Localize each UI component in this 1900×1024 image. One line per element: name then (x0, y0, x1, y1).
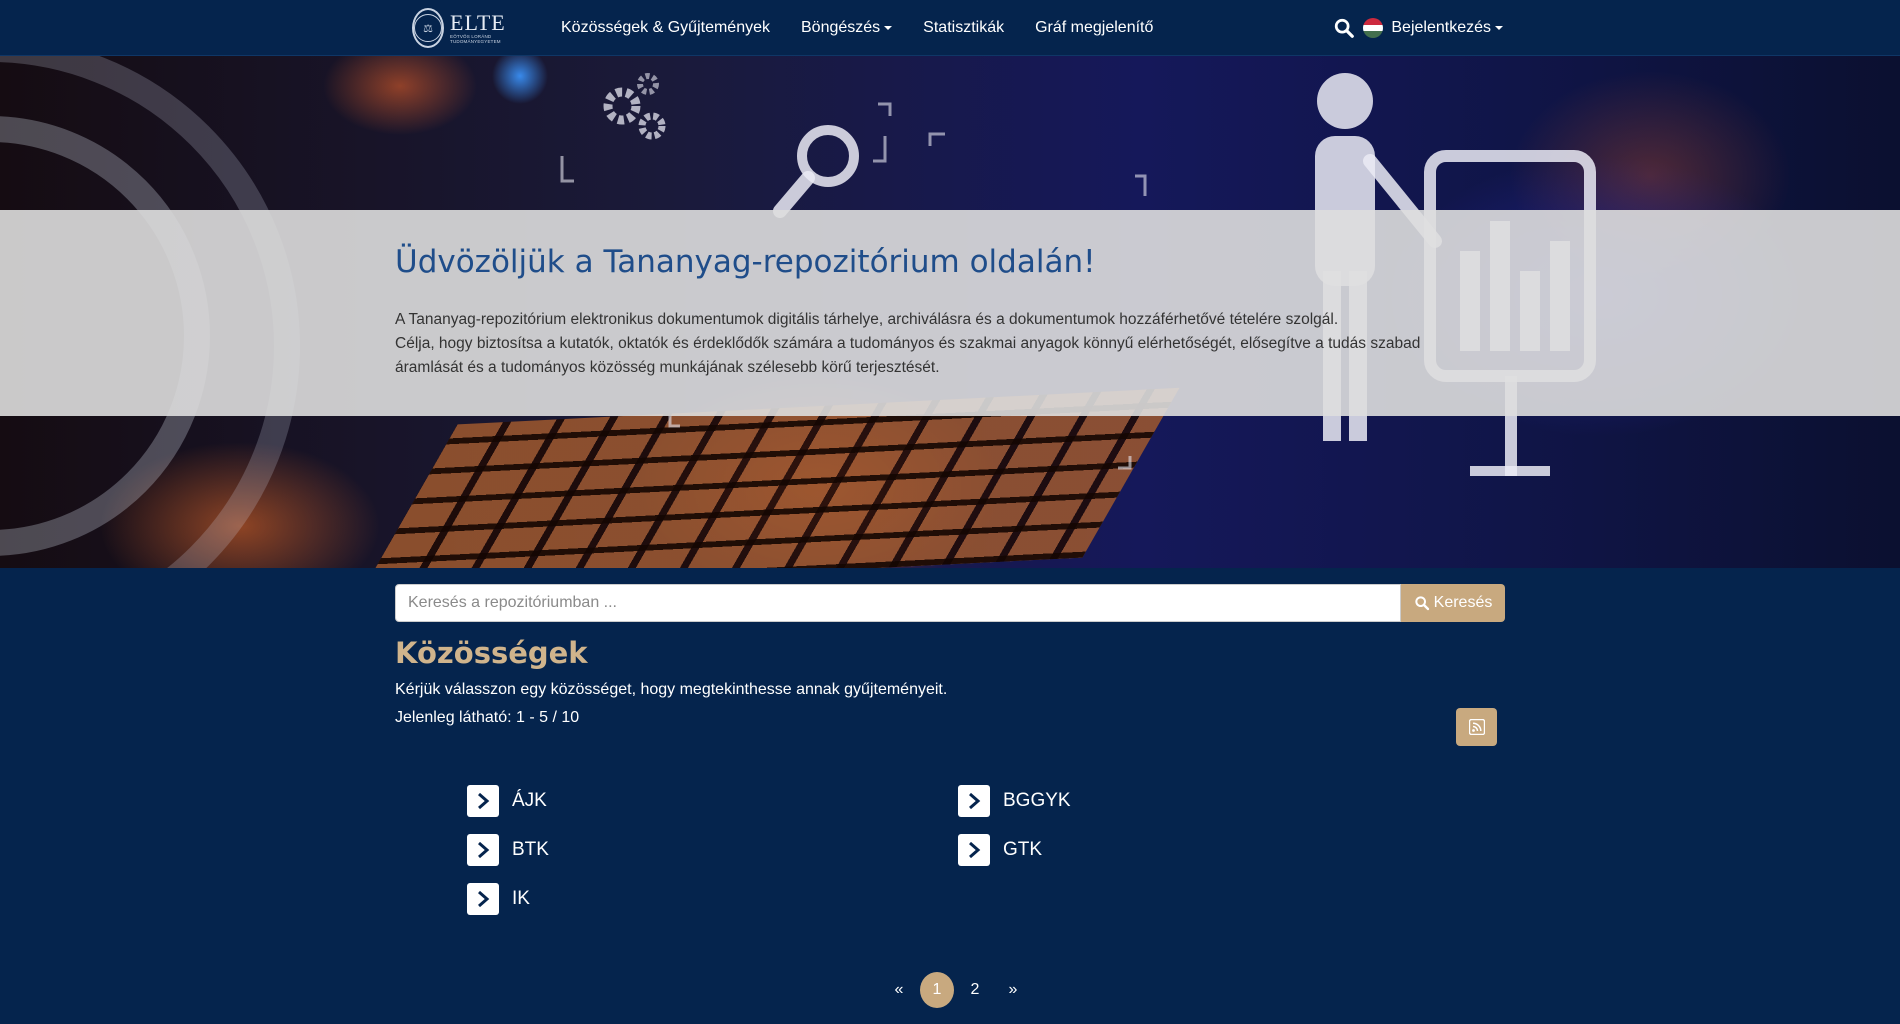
chevron-right-icon (467, 785, 499, 817)
chevron-right-icon (467, 883, 499, 915)
pagination-next[interactable]: » (996, 972, 1030, 1008)
repository-search-form: Keresés (395, 584, 1505, 622)
search-input[interactable] (395, 584, 1401, 622)
rss-feed-button[interactable] (1456, 708, 1497, 746)
community-item-bggyk[interactable]: BGGYK (958, 785, 1071, 817)
nav-communities-collections[interactable]: Közösségek & Gyűjtemények (561, 19, 770, 37)
main-menu: Közösségek & Gyűjtemények Böngészés Stat… (561, 0, 1184, 56)
chevron-right-icon (958, 785, 990, 817)
logo-title: ELTE (450, 10, 506, 35)
community-item-gtk[interactable]: GTK (958, 834, 1042, 866)
community-item-ajk[interactable]: ÁJK (467, 785, 547, 817)
pagination-page-2[interactable]: 2 (958, 972, 992, 1008)
community-item-btk[interactable]: BTK (467, 834, 549, 866)
university-seal-icon: ⚖ (412, 8, 444, 48)
caret-down-icon (1495, 25, 1503, 30)
nav-statistics[interactable]: Statisztikák (923, 19, 1004, 37)
search-icon[interactable] (1333, 17, 1355, 39)
hero-banner: Üdvözöljük a Tananyag-repozitórium oldal… (0, 56, 1900, 568)
community-label: BGGYK (1003, 790, 1071, 811)
logo-subtitle: EÖTVÖS LORÁND TUDOMÁNYEGYETEM (450, 34, 501, 44)
top-navbar: ⚖ ELTE EÖTVÖS LORÁND TUDOMÁNYEGYETEM Köz… (0, 0, 1900, 56)
community-label: BTK (512, 839, 549, 860)
community-label: IK (512, 888, 530, 909)
community-item-ik[interactable]: IK (467, 883, 530, 915)
search-icon (1414, 596, 1429, 611)
pagination: « 1 2 » (880, 972, 1032, 1008)
communities-heading: Közösségek (395, 636, 588, 670)
caret-down-icon (884, 25, 893, 30)
nav-browse-dropdown[interactable]: Böngészés (801, 19, 893, 37)
rss-icon (1468, 719, 1485, 735)
communities-description: Kérjük válasszon egy közösséget, hogy me… (395, 681, 948, 698)
navbar-right: Bejelentkezés (1333, 0, 1503, 56)
search-button[interactable]: Keresés (1401, 584, 1505, 622)
pagination-page-1[interactable]: 1 (920, 972, 954, 1008)
page-title: Üdvözöljük a Tananyag-repozitórium oldal… (395, 244, 1096, 280)
elte-logo[interactable]: ⚖ ELTE EÖTVÖS LORÁND TUDOMÁNYEGYETEM (412, 6, 512, 50)
nav-graph-viewer[interactable]: Gráf megjelenítő (1035, 19, 1153, 37)
results-count: Jelenleg látható: 1 - 5 / 10 (395, 709, 580, 726)
hungarian-flag-icon[interactable] (1363, 18, 1384, 38)
community-label: GTK (1003, 839, 1043, 860)
login-dropdown[interactable]: Bejelentkezés (1391, 19, 1503, 37)
community-label: ÁJK (512, 790, 547, 811)
chevron-right-icon (958, 834, 990, 866)
hero-description: A Tananyag-repozitórium elektronikus dok… (395, 311, 1421, 376)
chevron-right-icon (467, 834, 499, 866)
pagination-prev[interactable]: « (882, 972, 916, 1008)
